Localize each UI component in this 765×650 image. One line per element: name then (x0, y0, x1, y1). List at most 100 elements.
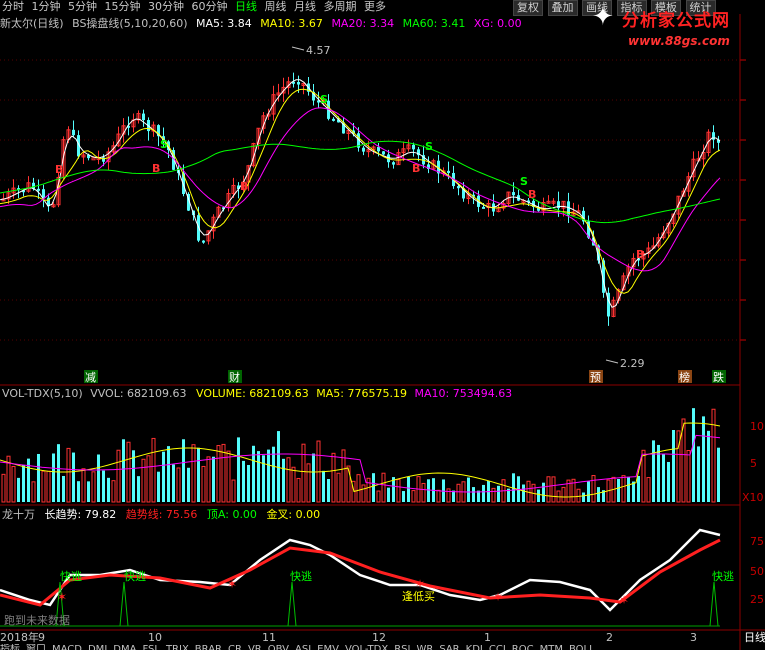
long-trend-value: 长趋势: 79.82 (45, 508, 117, 521)
volume-bar (652, 440, 655, 502)
volume-bar (102, 470, 105, 502)
volume-bar (366, 477, 371, 503)
volume-bar (472, 487, 475, 502)
volume-bar (141, 458, 146, 503)
indicator-tab[interactable]: VOL-TDX (345, 644, 388, 650)
event-marker-die[interactable]: 跌 (713, 370, 724, 384)
trend-line-value: 趋势线: 75.56 (126, 507, 198, 521)
volume-bar (452, 490, 455, 502)
volume-bar (212, 456, 215, 502)
date-label: 10 (148, 631, 162, 644)
volume-bar (226, 450, 231, 503)
period-indicator[interactable]: 日线 (744, 630, 765, 644)
indicator-tab[interactable]: SAR (439, 644, 459, 650)
volume-bar (97, 454, 100, 502)
indicator-tab[interactable]: OBV (268, 644, 289, 650)
indicator-tab[interactable]: DMA (113, 644, 136, 650)
volume-bar (116, 449, 121, 503)
indicator-tab[interactable]: WR (416, 644, 433, 650)
volume-bar (107, 477, 110, 502)
buy-signal-marker: B (55, 163, 63, 176)
candle-body (72, 129, 75, 136)
indicator-tab[interactable]: BRAR (195, 644, 222, 650)
event-marker-yu[interactable]: 预 (590, 371, 601, 384)
volume-bar (637, 475, 640, 502)
volume-bar (216, 445, 221, 503)
volume-bar (126, 441, 131, 503)
long-trend-line (0, 528, 721, 612)
ma5-line (0, 79, 721, 308)
volume-bar (327, 479, 330, 502)
cross-star-icon: ✶ (619, 593, 629, 607)
candle-body (482, 206, 485, 209)
volume-bar (197, 447, 200, 502)
candle-body (412, 144, 415, 150)
indicator-tab[interactable]: MTM (540, 644, 563, 650)
volume-bar (421, 482, 426, 503)
candle-body (377, 146, 380, 152)
volume-bar (381, 472, 386, 503)
volume-bar (322, 470, 325, 502)
volume-bar (72, 452, 75, 502)
event-marker-cai[interactable]: 财 (229, 370, 240, 384)
event-marker-bang[interactable]: 榜 (679, 370, 690, 384)
volume-bar (167, 446, 170, 502)
volume-bar (672, 430, 675, 502)
volume-bar (561, 486, 566, 503)
volume-bar (252, 445, 255, 502)
future-data-notice: 跑到未来数据 (4, 613, 70, 627)
cross-star-icon: ✶ (227, 577, 237, 591)
volume-bar (286, 457, 291, 503)
volume-bar (707, 430, 710, 502)
indicator-tab[interactable]: CR (228, 644, 242, 650)
indicator-tab[interactable]: RSI (394, 644, 410, 650)
lower-axis-25: 25 (750, 593, 764, 606)
indicator-tab[interactable]: 指标 (0, 644, 20, 650)
event-marker-jian[interactable]: 减 (85, 371, 96, 384)
candlestick-series (1, 72, 720, 326)
high-price-label: 4.57 (306, 44, 331, 57)
lower-axis-75: 75 (750, 535, 764, 548)
volume-bars (1, 408, 720, 503)
volume-bar (372, 473, 375, 502)
date-label: 3 (690, 631, 697, 644)
volume-bar (537, 489, 540, 502)
volume-bar (591, 475, 596, 503)
volume-bar (617, 479, 620, 502)
volume-bar (312, 453, 315, 502)
indicator-tab[interactable]: KDJ (466, 644, 483, 650)
indicator-tab[interactable]: VR (248, 644, 262, 650)
indicator-tab[interactable]: MACD (52, 644, 82, 650)
indicator-tab[interactable]: BOLL (569, 644, 595, 650)
volume-bar (262, 455, 265, 502)
indicator-tab[interactable]: CCI (489, 644, 506, 650)
indicator-tab[interactable]: ROC (512, 644, 534, 650)
volume-unit: X10 (742, 491, 764, 504)
candle-body (512, 192, 515, 196)
candle-body (382, 151, 385, 155)
volume-bar (91, 471, 96, 503)
high-pointer (291, 46, 305, 51)
sell-signal-marker: S (425, 140, 433, 153)
volume-bar (231, 479, 236, 503)
indicator-tab[interactable]: 窗口 (26, 644, 46, 650)
volume-bar (87, 481, 90, 502)
volume-bar (396, 479, 401, 503)
volume-bar (522, 484, 525, 502)
vol-ma10-value: MA10: 753494.63 (414, 387, 512, 400)
date-label: 12 (372, 631, 386, 644)
volume-bar (46, 470, 51, 503)
volume-bar (551, 476, 556, 503)
indicator-tab[interactable]: DMI (88, 644, 107, 650)
indicator-tab[interactable]: TRIX (166, 644, 189, 650)
volume-bar (172, 464, 175, 502)
volume-bar (291, 466, 296, 503)
date-label: 1 (484, 631, 491, 644)
indicator-tab[interactable]: EMV (317, 644, 339, 650)
indicator-tab[interactable]: ASI (295, 644, 311, 650)
volume-bar (627, 476, 630, 502)
chart-canvas[interactable]: B BBBBBSSSS ✶✶ ✶✶ ✶ 4.57 2.29 减 财 预 榜 跌 VOL… (0, 0, 765, 650)
indicator-tab[interactable]: FSL (142, 644, 160, 650)
candle-body (297, 82, 300, 85)
indicator-tabs: 指标 窗口 MACD DMI DMA FSL TRIX BRAR CR VR OBV ASI EMV VO… (0, 644, 740, 650)
